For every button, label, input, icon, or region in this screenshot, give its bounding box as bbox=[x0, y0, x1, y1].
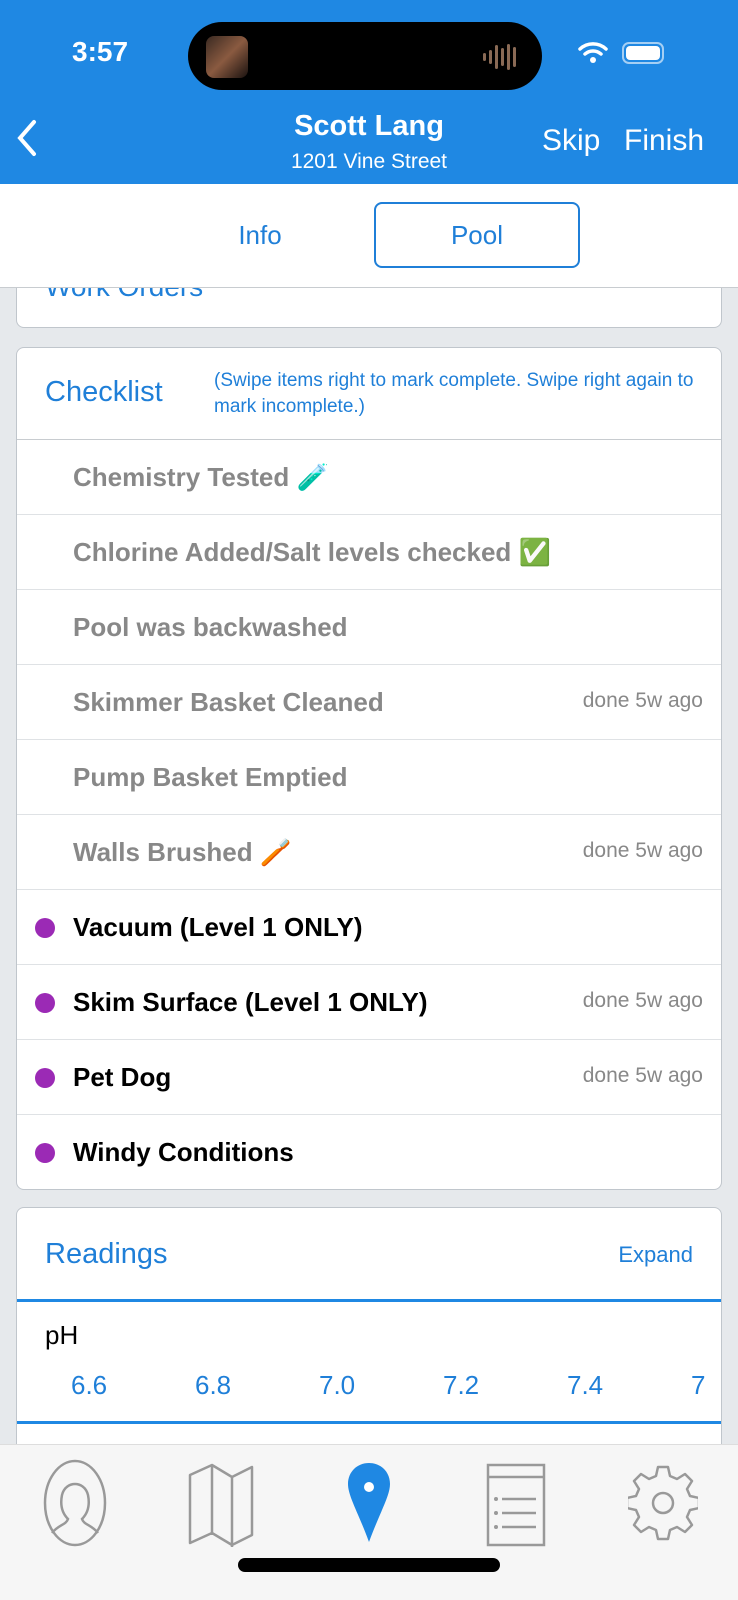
location-pin-icon bbox=[348, 1463, 390, 1542]
checklist-item-label: Pump Basket Emptied bbox=[73, 762, 348, 792]
readings-header: Readings Expand bbox=[17, 1208, 721, 1302]
ph-option[interactable]: 7.4 bbox=[567, 1370, 691, 1401]
tab-pool[interactable]: Pool bbox=[374, 202, 580, 268]
incomplete-dot-icon bbox=[35, 1068, 55, 1088]
map-icon bbox=[188, 1463, 254, 1547]
checklist-item[interactable]: Windy Conditions bbox=[17, 1115, 721, 1189]
dynamic-island bbox=[188, 22, 542, 90]
checklist-item-label: Walls Brushed 🪥 bbox=[73, 837, 293, 867]
ph-label: pH bbox=[45, 1320, 79, 1350]
checklist-hint: (Swipe items right to mark complete. Swi… bbox=[214, 370, 694, 417]
checklist-header: Checklist (Swipe items right to mark com… bbox=[17, 348, 721, 440]
list-icon bbox=[486, 1463, 546, 1547]
segmented-tabs: Info Pool bbox=[0, 184, 738, 288]
audio-waveform-icon bbox=[483, 44, 516, 70]
tab-map[interactable] bbox=[186, 1459, 256, 1547]
checklist-item-label: Pool was backwashed bbox=[73, 612, 348, 642]
checklist-item-label: Skim Surface (Level 1 ONLY) bbox=[73, 987, 428, 1017]
battery-icon bbox=[622, 42, 664, 64]
checklist-title: Checklist bbox=[45, 376, 163, 408]
ph-reading: pH 6.6 6.8 7.0 7.2 7.4 7 bbox=[17, 1302, 721, 1424]
ph-option[interactable]: 6.8 bbox=[195, 1370, 319, 1401]
ph-option[interactable]: 7 bbox=[691, 1370, 721, 1401]
checklist-item[interactable]: Chlorine Added/Salt levels checked ✅ bbox=[17, 515, 721, 590]
status-time: 3:57 bbox=[72, 36, 129, 67]
checklist-item[interactable]: Pool was backwashed bbox=[17, 590, 721, 665]
checklist-item-last-done: done 5w ago bbox=[582, 689, 703, 712]
now-playing-artwork bbox=[206, 36, 248, 78]
checklist-item[interactable]: Chemistry Tested 🧪 bbox=[17, 440, 721, 515]
checklist-item[interactable]: Skim Surface (Level 1 ONLY) done 5w ago bbox=[17, 965, 721, 1040]
checklist-item-label: Chemistry Tested 🧪 bbox=[73, 462, 329, 492]
readings-title: Readings bbox=[45, 1238, 168, 1270]
tab-customers[interactable] bbox=[40, 1459, 110, 1547]
checklist-item[interactable]: Walls Brushed 🪥 done 5w ago bbox=[17, 815, 721, 890]
ph-option[interactable]: 6.6 bbox=[71, 1370, 195, 1401]
ph-option[interactable]: 7.2 bbox=[443, 1370, 567, 1401]
checklist-item[interactable]: Pet Dog done 5w ago bbox=[17, 1040, 721, 1115]
ph-value-picker[interactable]: 6.6 6.8 7.0 7.2 7.4 7 bbox=[71, 1370, 721, 1401]
nav-header: 3:57 Scott Lang 1201 Vine Street Skip Fi… bbox=[0, 0, 738, 184]
ph-option[interactable]: 7.0 bbox=[319, 1370, 443, 1401]
bottom-tab-bar bbox=[0, 1444, 738, 1600]
checklist-item-label: Windy Conditions bbox=[73, 1137, 294, 1167]
expand-button[interactable]: Expand bbox=[618, 1242, 693, 1268]
checklist-item[interactable]: Pump Basket Emptied bbox=[17, 740, 721, 815]
incomplete-dot-icon bbox=[35, 1143, 55, 1163]
tab-list[interactable] bbox=[480, 1459, 550, 1547]
checklist-card: Checklist (Swipe items right to mark com… bbox=[16, 347, 722, 1190]
home-indicator bbox=[238, 1558, 500, 1572]
incomplete-dot-icon bbox=[35, 918, 55, 938]
checklist-item-label: Pet Dog bbox=[73, 1062, 172, 1092]
tab-settings[interactable] bbox=[625, 1459, 701, 1547]
checklist-item-label: Skimmer Basket Cleaned bbox=[73, 687, 384, 717]
checklist-item[interactable]: Vacuum (Level 1 ONLY) bbox=[17, 890, 721, 965]
incomplete-dot-icon bbox=[35, 993, 55, 1013]
tab-route[interactable] bbox=[334, 1459, 404, 1547]
wifi-icon bbox=[578, 42, 608, 63]
tab-info[interactable]: Info bbox=[180, 202, 340, 268]
finish-button[interactable]: Finish bbox=[624, 124, 704, 158]
checklist-item[interactable]: Skimmer Basket Cleaned done 5w ago bbox=[17, 665, 721, 740]
checklist-item-last-done: done 5w ago bbox=[582, 839, 703, 862]
checklist-item-label: Vacuum (Level 1 ONLY) bbox=[73, 912, 363, 942]
checklist-item-label: Chlorine Added/Salt levels checked ✅ bbox=[73, 537, 551, 567]
checklist-item-last-done: done 5w ago bbox=[582, 989, 703, 1012]
checklist-item-last-done: done 5w ago bbox=[582, 1064, 703, 1087]
skip-button[interactable]: Skip bbox=[542, 124, 600, 158]
gear-icon bbox=[625, 1465, 701, 1541]
person-icon bbox=[43, 1459, 107, 1547]
